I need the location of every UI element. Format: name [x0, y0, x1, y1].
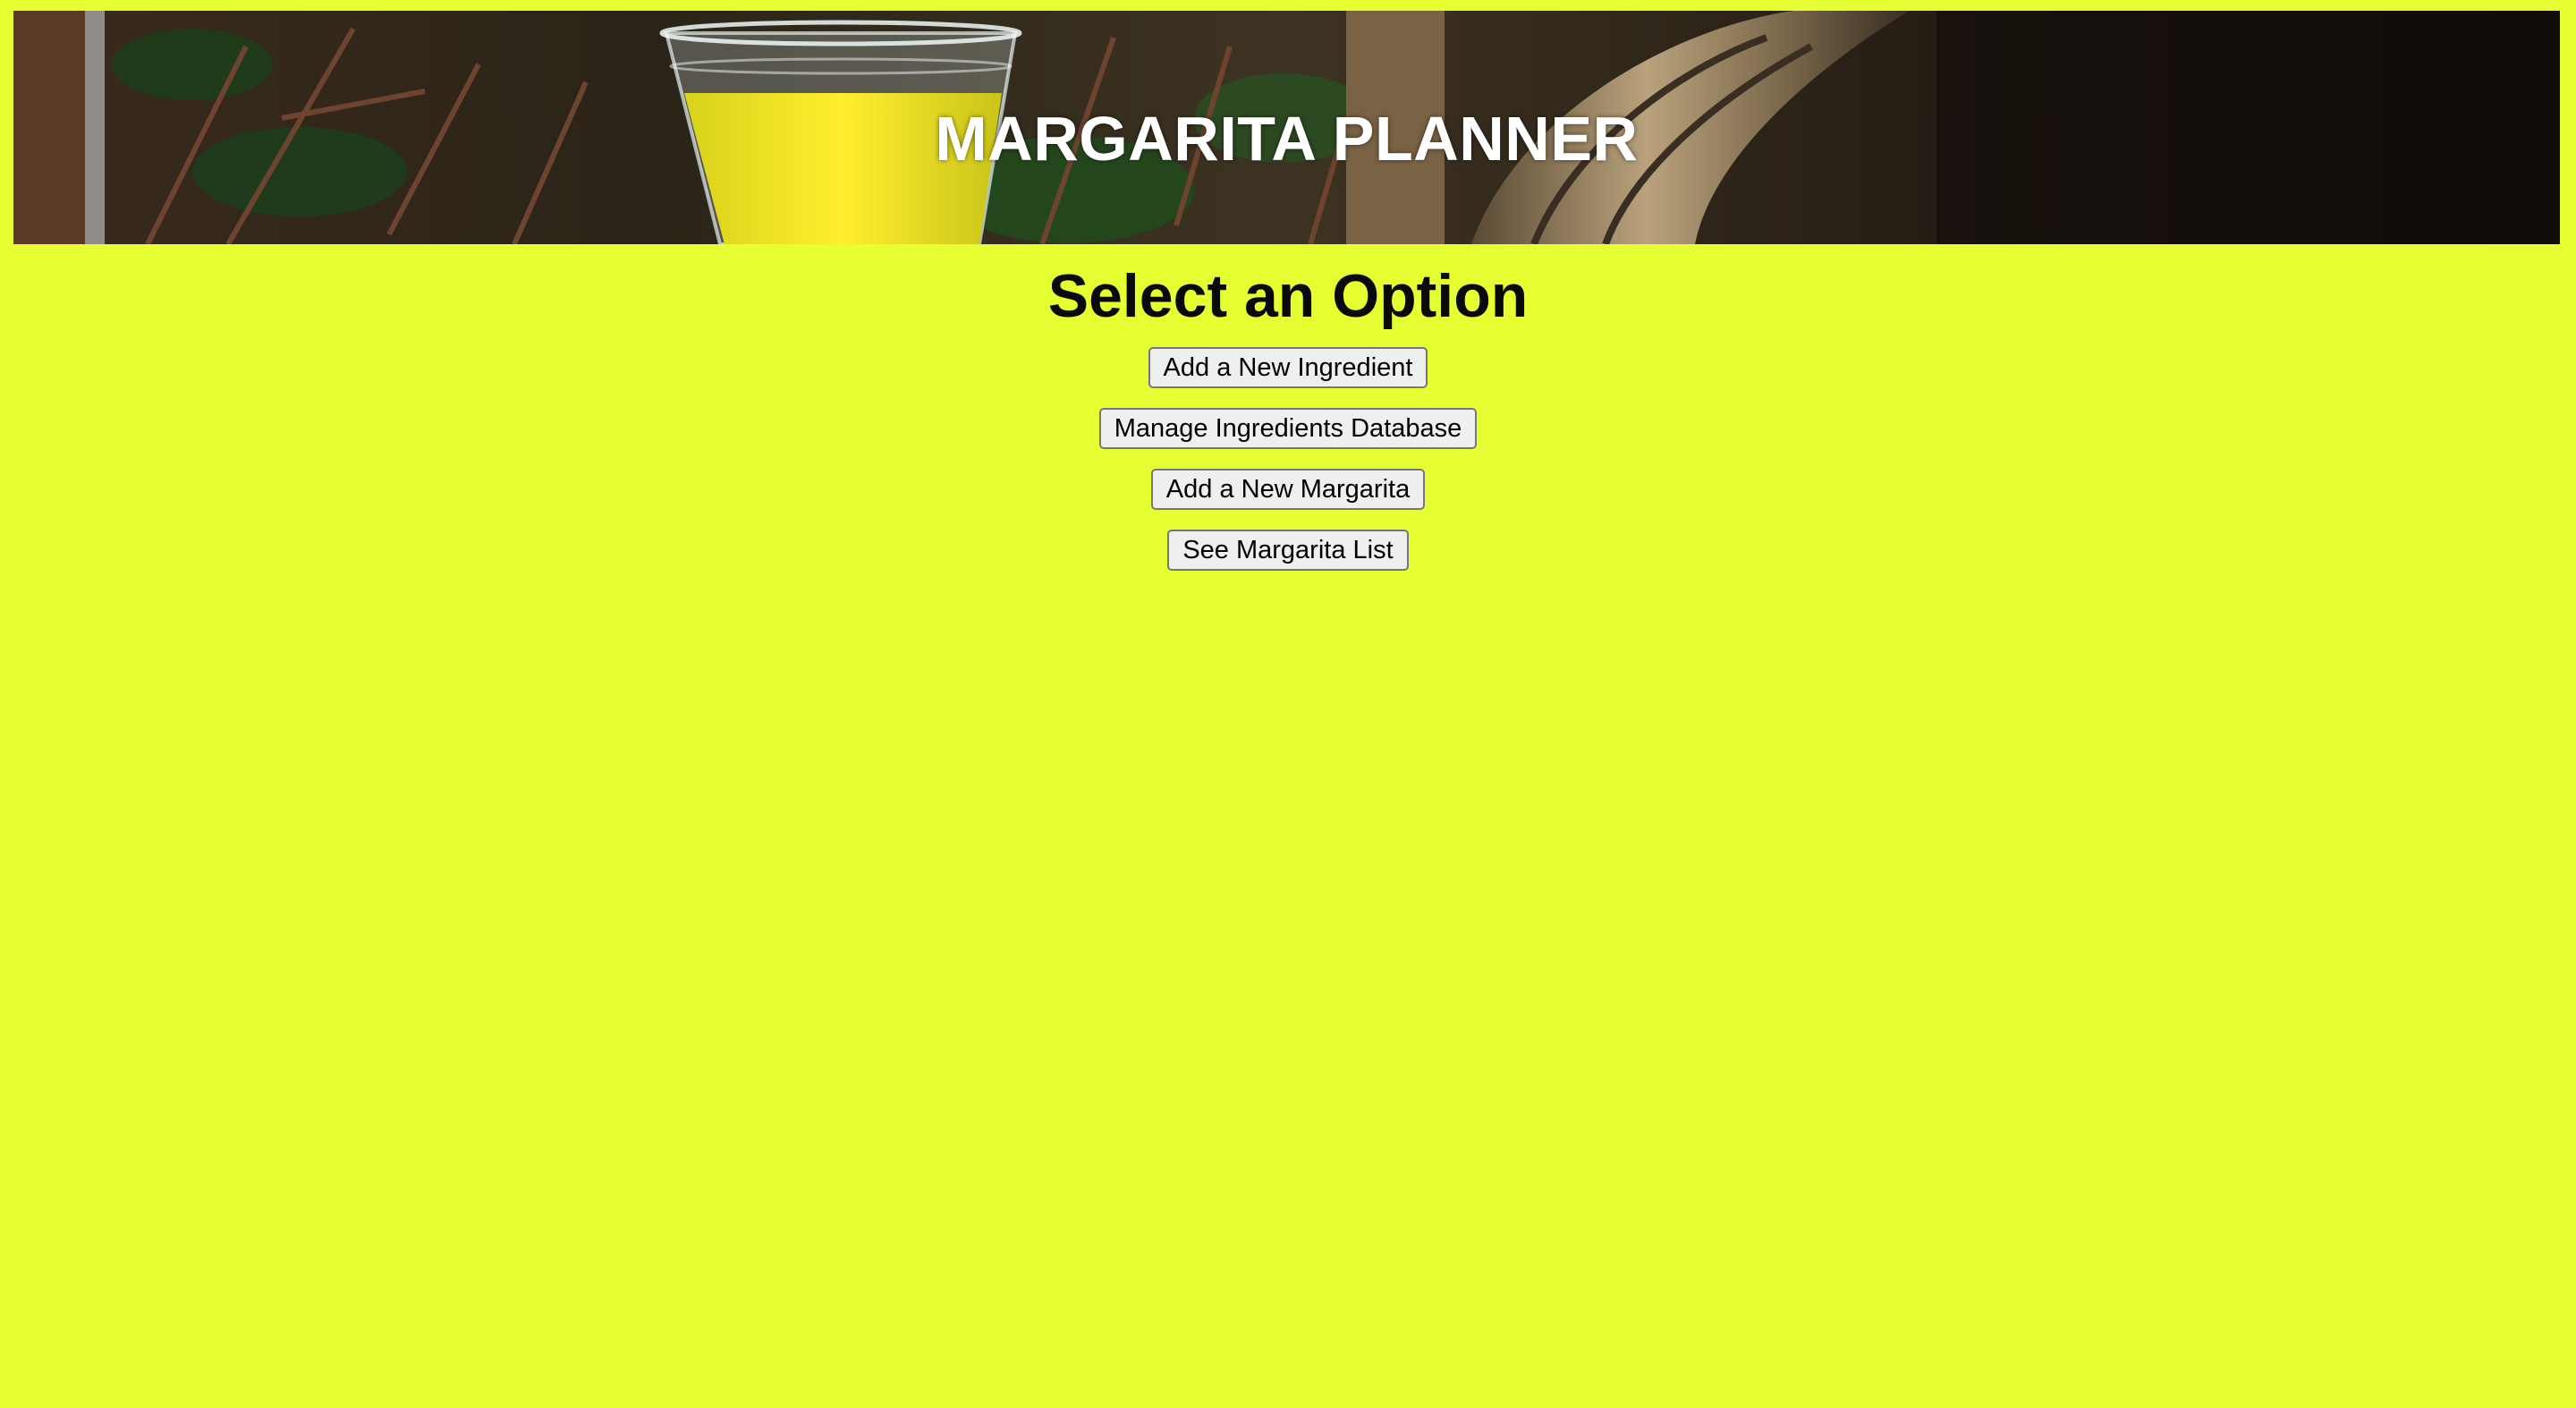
page-heading: Select an Option — [1047, 262, 1529, 330]
page: MARGARITA PLANNER Select an Option Add a… — [0, 0, 2576, 1408]
manage-ingredients-button[interactable]: Manage Ingredients Database — [1098, 408, 1478, 449]
app-title: MARGARITA PLANNER — [935, 104, 1639, 174]
header-banner: MARGARITA PLANNER — [13, 11, 2560, 244]
see-margarita-list-button[interactable]: See Margarita List — [1167, 530, 1409, 571]
options-menu: Add a New Ingredient Manage Ingredients … — [0, 347, 2576, 590]
add-margarita-button[interactable]: Add a New Margarita — [1150, 469, 1426, 510]
add-ingredient-button[interactable]: Add a New Ingredient — [1148, 347, 1428, 388]
